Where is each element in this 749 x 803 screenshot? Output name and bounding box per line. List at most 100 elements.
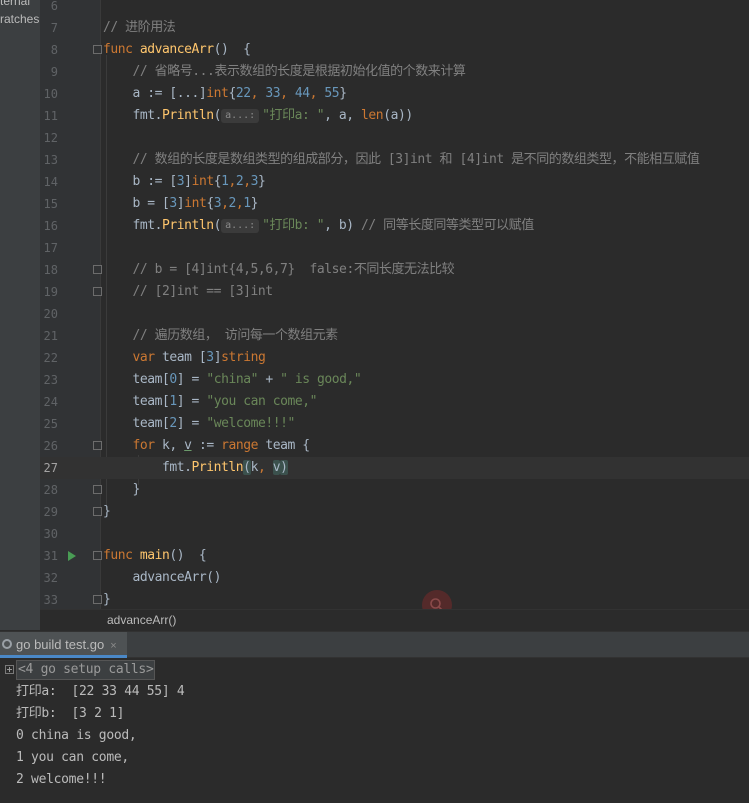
line-number: 22 [43, 351, 58, 365]
code-token: () { [169, 548, 207, 563]
number: 1 [169, 394, 177, 409]
code-text: fmt.Println(k, v) [103, 457, 288, 479]
code-token: k, [162, 438, 185, 453]
line-number: 6 [50, 0, 58, 13]
console-line: 0 china is good, [16, 728, 137, 743]
function-name: Println [191, 460, 244, 475]
brace-match: ) [280, 460, 288, 475]
code-text: team[0] = "china" + " is good," [103, 369, 362, 391]
close-icon[interactable]: × [110, 640, 116, 652]
fold-toggle[interactable] [93, 485, 102, 494]
fold-toggle[interactable] [93, 551, 102, 560]
console-line: 1 you can come, [16, 750, 129, 765]
code-line: 28 } [40, 479, 749, 501]
fold-toggle[interactable] [93, 507, 102, 516]
line-number: 8 [50, 43, 58, 57]
code-token: b = [ [132, 196, 170, 211]
code-token: } [258, 174, 266, 189]
string-literal: "you can come," [206, 394, 317, 409]
keyword: int [184, 196, 207, 211]
parameter-hint: a...: [221, 219, 260, 233]
code-text: var team [3]string [103, 347, 266, 369]
code-token: ( [213, 218, 222, 233]
keyword: func [103, 42, 140, 57]
keyword: range [221, 438, 266, 453]
code-line: 14 b := [3]int{1,2,3} [40, 171, 749, 193]
number: 3 [169, 196, 177, 211]
code-text: for k, v := range team { [103, 435, 311, 457]
fold-toggle[interactable] [93, 265, 102, 274]
code-line: 22 var team [3]string [40, 347, 749, 369]
line-number: 10 [43, 87, 58, 101]
string-literal: "welcome!!!" [206, 416, 295, 431]
code-token: { [228, 86, 236, 101]
code-token: } [339, 86, 347, 101]
code-text: a := [...]int{22, 33, 44, 55} [103, 83, 348, 105]
comment: // 同等长度同等类型可以赋值 [361, 218, 534, 233]
function-name: main [139, 548, 170, 563]
line-number: 14 [43, 175, 58, 189]
number: 22 [235, 86, 251, 101]
code-text: // 进阶用法 [103, 17, 176, 39]
code-text: fmt.Println(a...: "打印b: ", b) // 同等长度同等类型… [103, 215, 534, 237]
expand-icon[interactable] [5, 665, 14, 674]
code-token: , [250, 86, 266, 101]
number: 55 [324, 86, 340, 101]
code-line: 23 team[0] = "china" + " is good," [40, 369, 749, 391]
line-number: 20 [43, 307, 58, 321]
code-token: , b) [324, 218, 362, 233]
code-line: 12 [40, 127, 749, 149]
console-line: 打印b: [3 2 1] [16, 706, 125, 721]
code-text: b := [3]int{1,2,3} [103, 171, 266, 193]
code-line: 17 [40, 237, 749, 259]
line-number: 25 [43, 417, 58, 431]
keyword: int [206, 86, 229, 101]
line-number: 15 [43, 197, 58, 211]
code-token: team[ [132, 372, 170, 387]
run-console[interactable]: <4 go setup calls> 打印a: [22 33 44 55] 4 … [0, 658, 749, 803]
project-item-scratches[interactable]: ratches [0, 12, 39, 26]
code-text: advanceArr() [103, 567, 222, 589]
code-token: v [272, 460, 281, 475]
line-number: 27 [43, 461, 58, 475]
number: 3 [250, 174, 259, 189]
collapsed-calls[interactable]: <4 go setup calls> [16, 660, 156, 680]
line-number: 17 [43, 241, 58, 255]
code-line: 26 for k, v := range team { [40, 435, 749, 457]
comment: // 进阶用法 [103, 20, 176, 35]
code-token: team [ [162, 350, 207, 365]
brace-match: ( [243, 460, 251, 475]
code-editor[interactable]: 6 7 // 进阶用法 8 func advanceArr() { 9 // 省… [40, 0, 749, 609]
fold-toggle[interactable] [93, 441, 102, 450]
keyword: func [103, 548, 140, 563]
code-line: 33 } [40, 589, 749, 609]
fold-toggle[interactable] [93, 45, 102, 54]
keyword: var [132, 350, 163, 365]
breadcrumb[interactable]: advanceArr() [107, 613, 176, 627]
code-text: // 省略号...表示数组的长度是根据初始化值的个数来计算 [103, 61, 466, 83]
line-number: 16 [43, 219, 58, 233]
project-item-external[interactable]: ternal [0, 0, 30, 8]
run-tab[interactable]: go build test.go × [0, 632, 127, 658]
code-text: } [103, 589, 111, 609]
code-token: a := [...] [132, 86, 207, 101]
run-gutter-icon[interactable] [68, 551, 76, 561]
run-toolwindow-header: go build test.go × [0, 631, 749, 658]
code-token: b := [ [132, 174, 178, 189]
code-text: // b = [4]int{4,5,6,7} false:不同长度无法比较 [103, 259, 455, 281]
code-token: fmt. [162, 460, 192, 475]
code-token: (a)) [383, 108, 413, 123]
line-number: 12 [43, 131, 58, 145]
code-text: team[2] = "welcome!!!" [103, 413, 296, 435]
code-token: ] = [176, 372, 207, 387]
code-line: 30 [40, 523, 749, 545]
line-number: 21 [43, 329, 58, 343]
code-line: 21 // 遍历数组， 访问每一个数组元素 [40, 325, 749, 347]
line-number: 23 [43, 373, 58, 387]
code-text: } [103, 501, 111, 523]
code-token: ] = [176, 416, 207, 431]
code-token: v [184, 438, 192, 453]
code-token: ] = [176, 394, 207, 409]
fold-toggle[interactable] [93, 595, 102, 604]
fold-toggle[interactable] [93, 287, 102, 296]
